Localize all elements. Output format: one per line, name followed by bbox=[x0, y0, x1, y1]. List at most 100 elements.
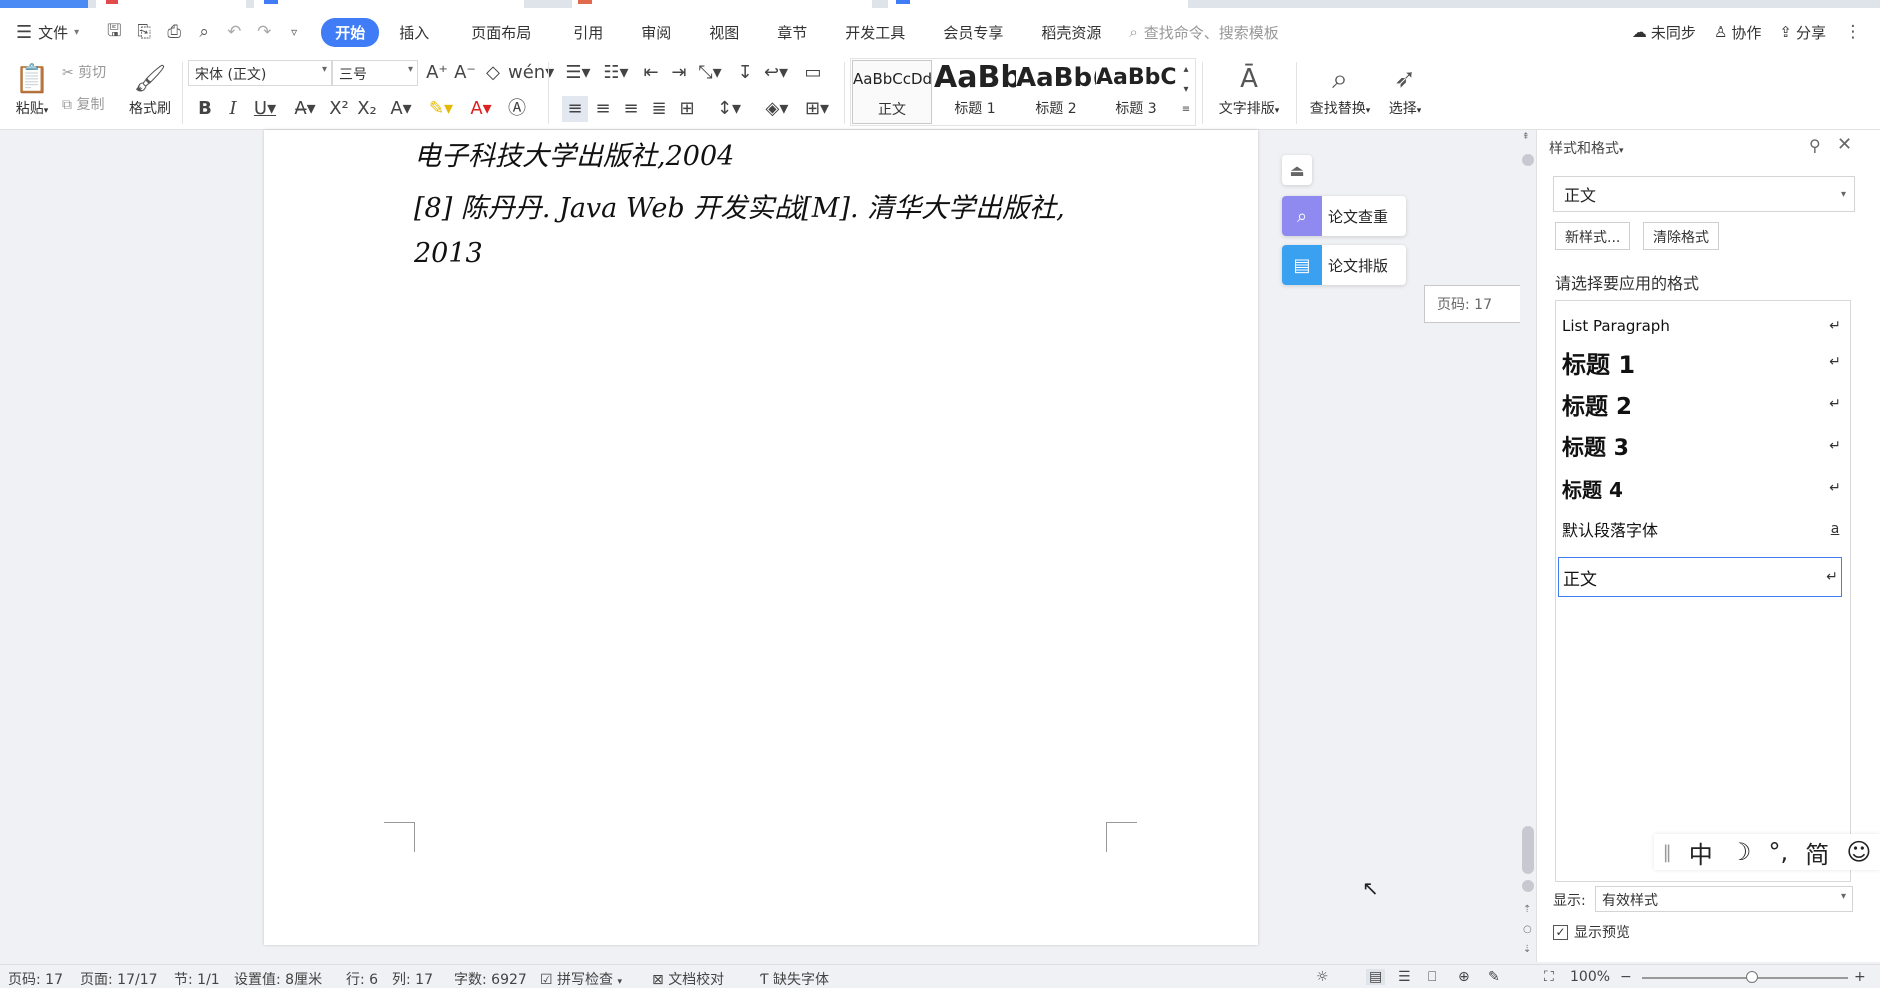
highlight-icon[interactable]: ✎▾ bbox=[424, 96, 458, 122]
sort-icon[interactable]: ↧ bbox=[732, 60, 758, 86]
phonetic-guide-icon[interactable]: wén▾ bbox=[508, 60, 554, 86]
write-mode-icon[interactable]: ✎ bbox=[1488, 969, 1500, 985]
line-spacing-icon[interactable]: ↕▾ bbox=[712, 96, 746, 122]
justify-icon[interactable]: ≣ bbox=[646, 96, 672, 122]
page-view-icon[interactable]: ▤ bbox=[1366, 969, 1386, 985]
scroll-up-icon[interactable] bbox=[1522, 154, 1534, 166]
browse-object-icon[interactable]: ○ bbox=[1523, 920, 1532, 940]
spell-check-toggle[interactable]: ☑ 拼写检查 ▾ bbox=[540, 969, 622, 988]
cut-button[interactable]: ✂ 剪切 bbox=[62, 62, 122, 82]
status-page[interactable]: 页码: 17 bbox=[8, 969, 63, 988]
vertical-scrollbar[interactable]: ⇞ ⇡ ○ ⇣ bbox=[1520, 130, 1536, 962]
doc-line[interactable]: 2013 bbox=[414, 238, 483, 269]
share-button[interactable]: ⇪ 分享 bbox=[1779, 22, 1826, 43]
italic-icon[interactable]: I bbox=[220, 96, 246, 122]
file-menu[interactable]: ☰ 文件 ▾ bbox=[16, 22, 79, 43]
zoom-in-icon[interactable]: + bbox=[1854, 969, 1866, 985]
ime-punctuation-mode[interactable]: °, bbox=[1768, 838, 1788, 866]
align-center-icon[interactable]: ≡ bbox=[590, 96, 616, 122]
tab-strip-home[interactable] bbox=[0, 0, 88, 8]
grow-font-icon[interactable]: A⁺ bbox=[424, 60, 450, 86]
bold-icon[interactable]: B bbox=[192, 96, 218, 122]
style-item-heading-2[interactable]: 标题 2 ↵ bbox=[1562, 387, 1844, 421]
save-icon[interactable]: 🖫 bbox=[101, 19, 127, 45]
status-section[interactable]: 节: 1/1 bbox=[174, 969, 220, 988]
zoom-slider-thumb[interactable] bbox=[1746, 971, 1758, 983]
next-page-icon[interactable]: ⇣ bbox=[1523, 940, 1531, 960]
prev-page-icon[interactable]: ⇡ bbox=[1523, 900, 1531, 920]
select-button[interactable]: ➶ 选择▾ bbox=[1380, 60, 1430, 118]
zoom-slider[interactable] bbox=[1642, 977, 1848, 979]
style-item-heading-4[interactable]: 标题 4 ↵ bbox=[1562, 471, 1844, 505]
font-name-combo[interactable]: 宋体 (正文) ▾ bbox=[188, 60, 332, 86]
text-direction-icon[interactable]: ⤡▾ bbox=[694, 60, 726, 86]
ime-emoji-icon[interactable]: ☺ bbox=[1846, 838, 1871, 866]
style-heading-2[interactable]: AaBb( 标题 2 bbox=[1016, 60, 1096, 124]
gallery-up-icon[interactable]: ▴ bbox=[1178, 62, 1194, 78]
doc-line[interactable]: 电子科技大学出版社,2004 bbox=[414, 134, 734, 173]
document-page[interactable]: 电子科技大学出版社,2004 [8] 陈丹丹. Java Web 开发实战[M]… bbox=[264, 130, 1258, 945]
new-style-button[interactable]: 新样式... bbox=[1555, 222, 1631, 250]
text-effect-icon[interactable]: A▾ bbox=[384, 96, 418, 122]
tab-strip-doc-2[interactable] bbox=[572, 0, 872, 8]
shading-icon[interactable]: ◈▾ bbox=[760, 96, 794, 122]
style-item-heading-1[interactable]: 标题 1 ↵ bbox=[1562, 345, 1844, 379]
tab-page-layout[interactable]: 页面布局 bbox=[443, 22, 545, 43]
web-view-icon[interactable]: ⊕ bbox=[1458, 969, 1470, 985]
pane-title[interactable]: 样式和格式▾ bbox=[1549, 138, 1624, 158]
ime-chinese-mode[interactable]: 中 bbox=[1689, 835, 1713, 870]
more-icon[interactable]: ⋮ bbox=[1840, 19, 1866, 45]
scroll-thumb[interactable] bbox=[1522, 826, 1534, 874]
font-size-combo[interactable]: 三号 ▾ bbox=[332, 60, 418, 86]
strikethrough-icon[interactable]: A̶▾ bbox=[288, 96, 322, 122]
tab-strip-doc-3[interactable] bbox=[888, 0, 1188, 8]
status-row[interactable]: 行: 6 bbox=[346, 969, 378, 988]
tab-references[interactable]: 引用 bbox=[545, 22, 617, 43]
borders-icon[interactable]: ⊞▾ bbox=[800, 96, 834, 122]
increase-indent-icon[interactable]: ⇥ bbox=[666, 60, 692, 86]
numbered-list-icon[interactable]: ☷▾ bbox=[600, 60, 632, 86]
show-filter-combo[interactable]: 有效样式 ▾ bbox=[1595, 886, 1853, 912]
text-layout-button[interactable]: Ā 文字排版▾ bbox=[1208, 60, 1290, 118]
tab-review[interactable]: 审阅 bbox=[617, 22, 685, 43]
collapse-icon[interactable]: ⏏ bbox=[1282, 155, 1312, 185]
command-search[interactable]: ⌕ 查找命令、搜索模板 bbox=[1129, 22, 1278, 43]
subscript-icon[interactable]: X₂ bbox=[354, 96, 380, 122]
outline-view-icon[interactable]: ☰ bbox=[1398, 969, 1411, 985]
gallery-more-icon[interactable]: ≡ bbox=[1178, 102, 1194, 118]
paper-check-button[interactable]: ⌕ 论文查重 bbox=[1282, 196, 1406, 236]
status-col[interactable]: 列: 17 bbox=[392, 969, 433, 988]
sync-button[interactable]: ☁ 未同步 bbox=[1632, 22, 1696, 43]
tab-insert[interactable]: 插入 bbox=[379, 22, 443, 43]
fit-page-icon[interactable]: ⛶ bbox=[1544, 969, 1554, 985]
paste-button[interactable]: 📋 粘贴▾ bbox=[12, 60, 52, 118]
pin-icon[interactable]: ⚲ bbox=[1809, 136, 1821, 155]
line-break-icon[interactable]: ↩▾ bbox=[760, 60, 792, 86]
align-right-icon[interactable]: ≡ bbox=[618, 96, 644, 122]
undo-icon[interactable]: ↶ bbox=[221, 19, 247, 45]
format-painter-button[interactable]: 🖌 格式刷 bbox=[126, 60, 174, 118]
print-icon[interactable]: ⎙ bbox=[161, 19, 187, 45]
zoom-level[interactable]: 100% bbox=[1570, 969, 1610, 985]
ime-drag-handle-icon[interactable]: ‖ bbox=[1663, 842, 1672, 863]
reading-view-icon[interactable]: ⎕ bbox=[1428, 969, 1436, 985]
tab-member[interactable]: 会员专享 bbox=[919, 22, 1017, 43]
style-heading-1[interactable]: AaBb 标题 1 bbox=[934, 60, 1016, 124]
char-border-icon[interactable]: Ⓐ bbox=[504, 96, 530, 122]
ruler-icon[interactable]: ▭ bbox=[800, 60, 826, 86]
status-setting[interactable]: 设置值: 8厘米 bbox=[234, 969, 322, 988]
missing-font-button[interactable]: Ƭ 缺失字体 bbox=[760, 969, 829, 988]
current-style-combo[interactable]: 正文 ▾ bbox=[1553, 176, 1855, 212]
print-preview-icon[interactable]: ⌕ bbox=[191, 19, 217, 45]
gallery-down-icon[interactable]: ▾ bbox=[1178, 82, 1194, 98]
customize-toolbar-icon[interactable]: ▿ bbox=[281, 19, 307, 45]
zoom-out-icon[interactable]: − bbox=[1620, 969, 1632, 985]
bullet-list-icon[interactable]: ☰▾ bbox=[562, 60, 594, 86]
close-icon[interactable]: ✕ bbox=[1837, 134, 1852, 155]
copy-button[interactable]: ⧉ 复制 bbox=[62, 94, 122, 114]
scroll-down-icon[interactable] bbox=[1522, 880, 1534, 892]
style-heading-3[interactable]: AaBbC 标题 3 bbox=[1096, 60, 1176, 124]
doc-line[interactable]: [8] 陈丹丹. Java Web 开发实战[M]. 清华大学出版社, bbox=[414, 186, 1065, 225]
style-normal[interactable]: AaBbCcDd 正文 bbox=[852, 60, 932, 124]
collaborate-button[interactable]: ♙ 协作 bbox=[1714, 22, 1761, 43]
